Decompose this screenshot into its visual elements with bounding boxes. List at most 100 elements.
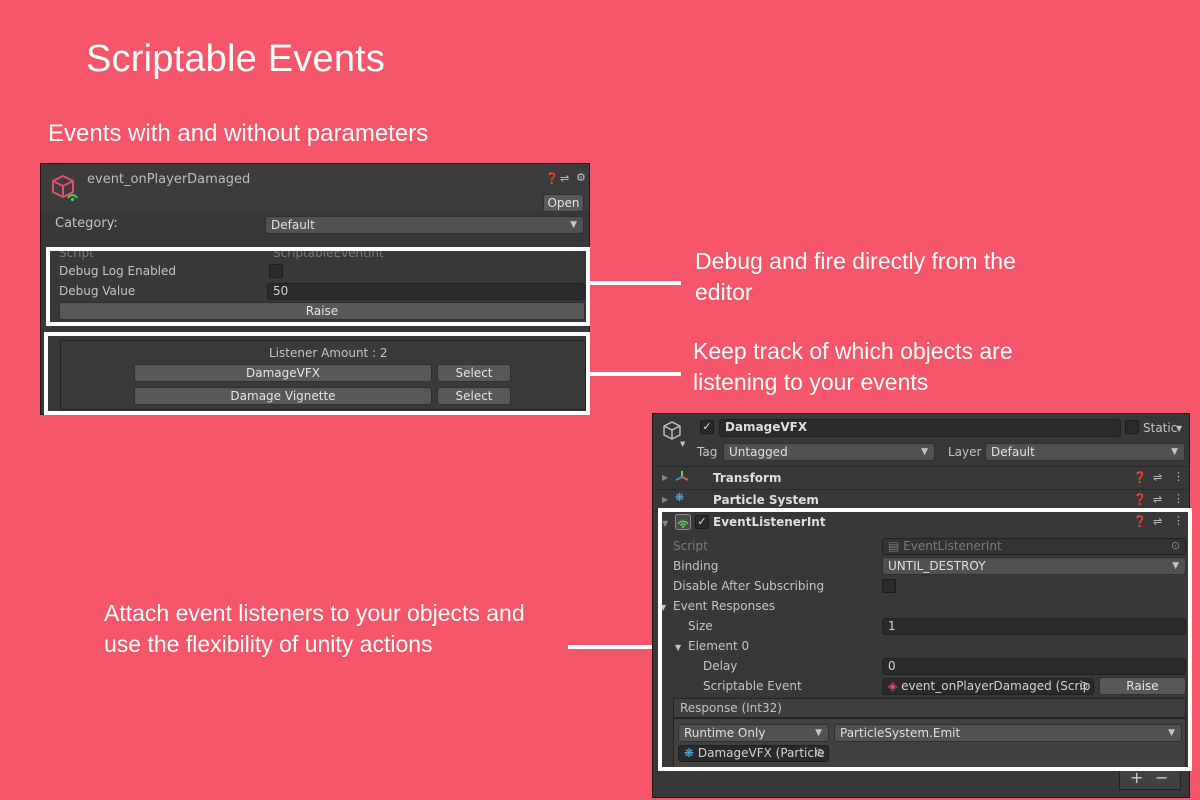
chevron-down-icon: ▼ [1168,728,1175,738]
raise-button[interactable]: Raise [1099,677,1186,695]
select-button[interactable]: Select [437,364,511,382]
event-listener-title[interactable]: EventListenerInt [713,514,826,530]
foldout-arrow-icon[interactable]: ▼ [660,602,666,614]
debug-log-checkbox[interactable] [269,264,283,278]
disable-after-checkbox[interactable] [882,579,896,593]
chevron-down-icon: ▼ [570,220,577,230]
function-dropdown[interactable]: ParticleSystem.Emit ▼ [834,724,1182,742]
static-checkbox[interactable] [1125,420,1139,434]
layer-value: Default [991,445,1035,459]
collapse-arrow-icon[interactable]: ▼ [662,518,668,530]
debug-value-label: Debug Value [59,284,136,298]
binding-label: Binding [673,559,719,573]
tag-dropdown[interactable]: Untagged ▼ [723,443,935,461]
listener-item-damagevfx[interactable]: DamageVFX [134,364,432,382]
script-value: ScriptableEventInt [273,246,384,260]
chevron-down-icon: ▼ [921,447,928,457]
foldout-arrow-icon[interactable]: ▼ [675,642,681,654]
scriptable-event-icon: ◈ [888,679,898,693]
static-dropdown-icon[interactable]: ▼ [1176,423,1182,435]
disable-after-label: Disable After Subscribing [673,579,825,593]
preset-icon[interactable]: ⇌ [1153,516,1162,528]
add-button[interactable]: + [1130,770,1143,786]
layer-label: Layer [948,445,982,459]
select-button[interactable]: Select [437,387,511,405]
script-value: EventListenerInt [903,539,1002,553]
help-icon[interactable]: ❓ [545,173,559,185]
category-label: Category: [55,216,118,231]
delay-field[interactable]: 0 [882,658,1186,675]
transform-title[interactable]: Transform [713,470,781,486]
script-label: Script [673,539,708,553]
connector-attach [568,645,660,649]
static-label[interactable]: Static [1143,420,1177,436]
more-icon[interactable]: ⋮ [1173,471,1184,483]
event-responses-label[interactable]: Event Responses [673,598,775,614]
expand-arrow-icon[interactable]: ▶ [662,494,668,506]
scriptable-event-label: Scriptable Event [703,679,802,693]
target-object-field[interactable]: ❋ DamageVFX (Particle [678,745,829,762]
connector-debug [590,281,681,285]
debug-value-field[interactable]: 50 [267,283,585,300]
delay-label: Delay [703,659,738,673]
preset-icon[interactable]: ⇌ [1153,472,1162,484]
help-icon[interactable]: ❓ [1133,472,1147,484]
event-inspector-panel: event_onPlayerDamaged ❓ ⇌ ⚙ Open Categor… [40,163,590,415]
component-enabled-checkbox[interactable]: ✓ [695,515,709,529]
scriptable-event-icon [52,174,78,202]
add-remove-footer [1119,770,1181,790]
object-picker-icon[interactable]: ⊙ [1171,540,1180,552]
debug-log-label: Debug Log Enabled [59,264,177,278]
script-label: Script [59,246,94,260]
chevron-down-icon: ▼ [815,728,822,738]
scriptable-event-value: event_onPlayerDamaged (Scrip [901,679,1091,693]
binding-value: UNTIL_DESTROY [888,559,986,573]
divider [653,511,1189,512]
size-field[interactable]: 1 [882,618,1186,635]
chevron-down-icon: ▼ [1171,447,1178,457]
particle-system-title[interactable]: Particle System [713,492,819,508]
tag-value: Untagged [729,445,788,459]
divider [653,466,1189,467]
target-object-value: DamageVFX (Particle [697,746,825,760]
object-name-field[interactable]: DamageVFX [719,419,1121,437]
raise-button[interactable]: Raise [59,302,585,320]
page-subtitle: Events with and without parameters [48,120,429,147]
expand-arrow-icon[interactable]: ▶ [662,472,668,484]
remove-button[interactable]: − [1155,770,1168,786]
more-icon[interactable]: ⋮ [1173,493,1184,505]
caption-debug: Debug and fire directly from the editor [695,248,1016,305]
category-dropdown[interactable]: Default ▼ [265,216,584,234]
runtime-value: Runtime Only [684,726,766,740]
scriptable-event-field[interactable]: ◈ event_onPlayerDamaged (Scrip [882,678,1094,695]
listener-amount: Listener Amount : 2 [269,346,388,360]
layer-dropdown[interactable]: Default ▼ [985,443,1185,461]
object-picker-icon[interactable]: ⊙ [1079,680,1088,692]
runtime-dropdown[interactable]: Runtime Only ▼ [678,724,829,742]
caption-attach: Attach event listeners to your objects a… [104,600,525,657]
object-picker-icon[interactable]: ⊙ [815,747,824,759]
category-value: Default [271,218,315,232]
icon-dropdown-arrow[interactable]: ▼ [680,438,685,450]
listener-item-damage-vignette[interactable]: Damage Vignette [134,387,432,405]
script-file-icon: ▤ [888,539,900,553]
help-icon[interactable]: ❓ [1133,516,1147,528]
event-listener-icon [675,514,691,530]
event-name: event_onPlayerDamaged [87,172,251,187]
divider [653,489,1189,490]
chevron-down-icon: ▼ [1172,561,1179,571]
binding-dropdown[interactable]: UNTIL_DESTROY ▼ [882,557,1186,575]
more-icon[interactable]: ⋮ [1173,515,1184,527]
help-icon[interactable]: ❓ [1133,494,1147,506]
open-button[interactable]: Open [543,194,584,212]
particle-system-icon: ❋ [684,746,695,760]
gear-icon[interactable]: ⚙ [576,172,586,184]
particle-system-icon: ❋ [675,491,685,504]
element-label[interactable]: Element 0 [688,638,749,654]
preset-icon[interactable]: ⇌ [1153,494,1162,506]
preset-icon[interactable]: ⇌ [560,173,569,185]
page-title: Scriptable Events [86,38,386,80]
active-checkbox[interactable]: ✓ [700,420,714,434]
script-field: ▤ EventListenerInt [882,538,1186,555]
size-label: Size [688,619,713,633]
